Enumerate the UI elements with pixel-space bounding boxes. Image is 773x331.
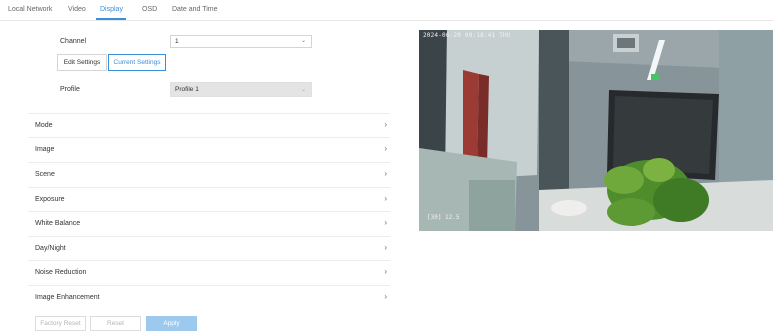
- tab-osd[interactable]: OSD: [142, 6, 157, 13]
- apply-button[interactable]: Apply: [146, 316, 197, 331]
- section-scene[interactable]: Scene ›: [28, 162, 390, 186]
- channel-select-value: 1: [175, 38, 179, 45]
- section-label: Noise Reduction: [35, 269, 87, 276]
- tab-display[interactable]: Display: [100, 6, 123, 13]
- tab-video[interactable]: Video: [68, 6, 86, 13]
- profile-label: Profile: [60, 86, 80, 93]
- section-exposure[interactable]: Exposure ›: [28, 187, 390, 211]
- profile-select[interactable]: Profile 1 ⌄: [170, 82, 312, 97]
- section-day-night[interactable]: Day/Night ›: [28, 236, 390, 260]
- factory-reset-button[interactable]: Factory Reset: [35, 316, 86, 331]
- reset-button[interactable]: Reset: [90, 316, 141, 331]
- section-label: White Balance: [35, 220, 81, 227]
- camera-scene-image: [419, 30, 773, 231]
- section-label: Exposure: [35, 196, 65, 203]
- section-mode[interactable]: Mode ›: [28, 113, 390, 137]
- chevron-right-icon: ›: [384, 292, 387, 301]
- section-image-enhancement[interactable]: Image Enhancement ›: [28, 285, 390, 309]
- active-tab-indicator: [96, 18, 126, 20]
- osd-camera-name: [30] 12.5: [427, 214, 460, 221]
- chevron-right-icon: ›: [384, 120, 387, 129]
- osd-timestamp: 2024-06-20 09:18:41 THU: [423, 32, 511, 39]
- section-noise-reduction[interactable]: Noise Reduction ›: [28, 260, 390, 284]
- section-label: Day/Night: [35, 245, 66, 252]
- chevron-down-icon: ⌄: [300, 87, 306, 93]
- chevron-right-icon: ›: [384, 243, 387, 252]
- section-label: Image: [35, 146, 55, 153]
- chevron-right-icon: ›: [384, 194, 387, 203]
- section-label: Mode: [35, 122, 53, 129]
- current-settings-button[interactable]: Current Settings: [108, 54, 166, 71]
- edit-settings-button[interactable]: Edit Settings: [57, 54, 107, 71]
- chevron-right-icon: ›: [384, 218, 387, 227]
- channel-label: Channel: [60, 38, 87, 45]
- tab-bar: Local Network Video Display OSD Date and…: [0, 0, 773, 21]
- chevron-down-icon: ⌄: [300, 38, 306, 44]
- section-image[interactable]: Image ›: [28, 137, 390, 161]
- chevron-right-icon: ›: [384, 144, 387, 153]
- video-preview[interactable]: 2024-06-20 09:18:41 THU [30] 12.5: [419, 30, 773, 231]
- section-label: Scene: [35, 171, 55, 178]
- section-white-balance[interactable]: White Balance ›: [28, 211, 390, 235]
- tab-local-network[interactable]: Local Network: [8, 6, 52, 13]
- tab-date-and-time[interactable]: Date and Time: [172, 6, 218, 13]
- chevron-right-icon: ›: [384, 267, 387, 276]
- chevron-right-icon: ›: [384, 169, 387, 178]
- channel-select[interactable]: 1 ⌄: [170, 35, 312, 48]
- section-label: Image Enhancement: [35, 294, 100, 301]
- profile-select-value: Profile 1: [175, 86, 199, 93]
